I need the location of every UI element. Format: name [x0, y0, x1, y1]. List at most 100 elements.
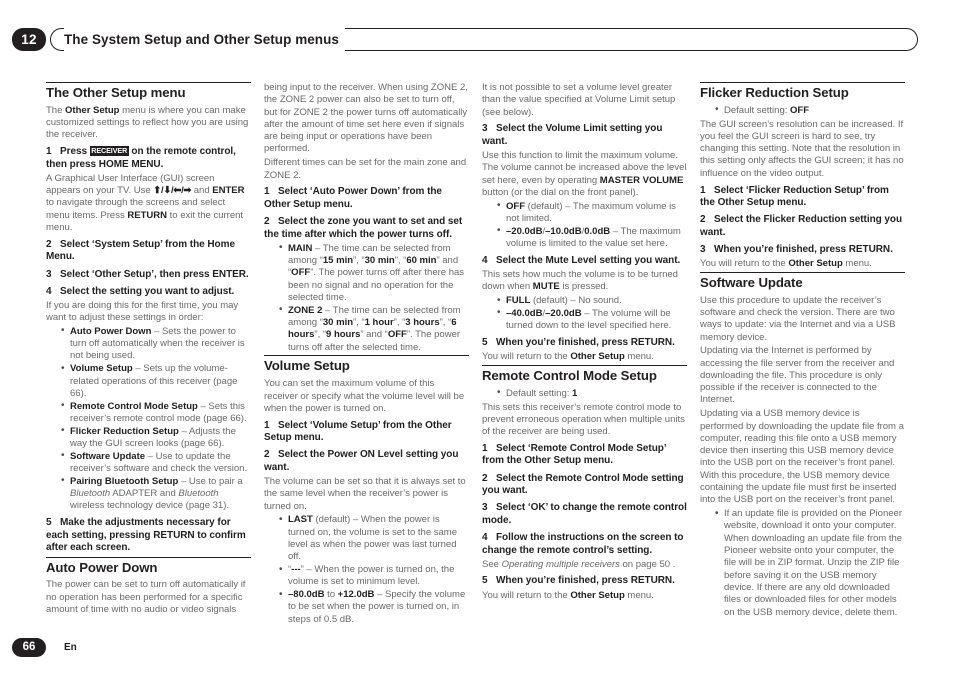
numbered-step: 5 When you’re finished, press RETURN. [482, 337, 687, 350]
numbered-step: 5 When you’re finished, press RETURN. [482, 575, 687, 588]
step-number: 3 [482, 502, 488, 514]
section-heading: The Other Setup menu [46, 85, 186, 100]
numbered-step: 3 Select the Volume Limit setting you wan… [482, 123, 687, 148]
list-item: ZONE 2 – The time can be selected from a… [279, 304, 469, 354]
bullet-list: Default setting: 1 [482, 387, 687, 400]
body-paragraph: The volume can be set so that it is alwa… [264, 475, 466, 512]
section-heading: Volume Setup [264, 358, 350, 374]
section-divider [700, 271, 905, 273]
step-number: 3 [700, 243, 706, 255]
step-number: 5 [482, 337, 488, 349]
step-text: Select the Remote Control Mode setting y… [482, 472, 684, 497]
step-text: Select ‘OK’ to change the remote control… [482, 502, 687, 526]
step-text: Select ‘Flicker Reduction Setup’ from th… [700, 184, 889, 209]
numbered-step: 1 Select ‘Auto Power Down’ from the Other… [264, 186, 469, 211]
bullet-list: If an update file is provided on the Pio… [700, 508, 905, 619]
chapter-number-badge: 12 [12, 28, 46, 51]
page-header: 12 The System Setup and Other Setup menu… [12, 28, 918, 52]
column-3: It is not possible to set a volume level… [482, 82, 687, 630]
list-item: MAIN – The time can be selected from amo… [279, 242, 469, 304]
list-item: OFF (default) – The maximum volume is no… [497, 200, 687, 226]
step-text: Select the Mute Level setting you want. [496, 254, 681, 266]
step-text: Follow the instructions on the screen to… [482, 531, 684, 556]
numbered-step: 5 Make the adjustments necessary for each… [46, 517, 251, 555]
section-heading: Remote Control Mode Setup [482, 367, 657, 383]
step-text: Select the Flicker Reduction setting you… [700, 214, 903, 238]
section-divider [264, 355, 469, 357]
body-paragraph: The Other Setup menu is where you can ma… [46, 104, 249, 141]
step-text: When you’re finished, press RETURN. [714, 243, 893, 255]
step-text: Make the adjustments necessary for each … [46, 517, 246, 554]
numbered-step: 1 Select ‘Remote Control Mode Setup’ from… [482, 443, 687, 468]
step-text: Select the setting you want to adjust. [60, 285, 235, 297]
page-number-badge: 66 [12, 638, 46, 657]
body-paragraph: It is not possible to set a volume level… [482, 82, 676, 118]
step-text: Select ‘Auto Power Down’ from the Other … [264, 186, 442, 210]
bullet-list: MAIN – The time can be selected from amo… [264, 242, 469, 354]
body-paragraph: This sets this receiver’s remote control… [482, 401, 685, 438]
section-divider [46, 556, 251, 558]
section-divider [46, 82, 251, 83]
list-item: Default setting: OFF [715, 104, 905, 117]
body-paragraph: Use this function to limit the maximum v… [482, 150, 687, 198]
step-number: 4 [46, 285, 52, 297]
list-item: LAST (default) – When the power is turne… [279, 514, 469, 563]
numbered-step: 3 When you’re finished, press RETURN. [700, 244, 905, 257]
bullet-list: Default setting: OFF [700, 104, 905, 117]
body-paragraph: Use this procedure to update the receive… [700, 294, 896, 343]
step-number: 3 [482, 123, 488, 135]
step-text: Select the zone you want to set and set … [264, 216, 463, 240]
list-item: “---” – When the power is turned on, the… [279, 564, 469, 589]
step-number: 5 [482, 575, 488, 587]
bullet-list: LAST (default) – When the power is turne… [264, 514, 469, 626]
language-code: En [64, 642, 77, 653]
list-item: FULL (default) – No sound. [497, 295, 687, 308]
body-paragraph: If you are doing this for the first time… [46, 299, 239, 324]
column-2: being input to the receiver. When using … [264, 82, 469, 630]
step-text: When you’re finished, press RETURN. [496, 337, 675, 349]
numbered-step: 2 Select the Power ON Level setting you w… [264, 449, 469, 474]
numbered-step: 1 Select ‘Volume Setup’ from the Other Se… [264, 420, 469, 445]
numbered-step: 2 Select the zone you want to set and set… [264, 216, 469, 241]
body-paragraph: You will return to the Other Setup menu. [700, 258, 872, 270]
list-item: Pairing Bluetooth Setup – Use to pair a … [61, 475, 251, 513]
step-number: 2 [482, 472, 488, 484]
list-item: If an update file is provided on the Pio… [715, 508, 905, 619]
list-item: Volume Setup – Sets up the volume-relate… [61, 363, 251, 400]
step-number: 2 [264, 449, 270, 461]
column-1: The Other Setup menu The Other Setup menu… [46, 82, 251, 630]
step-number: 3 [46, 268, 52, 280]
numbered-step: 4 Select the Mute Level setting you want. [482, 255, 687, 268]
numbered-step: 4 Select the setting you want to adjust. [46, 286, 251, 299]
page-footer: 66 En [12, 638, 918, 658]
list-item: Auto Power Down – Sets the power to turn… [61, 325, 251, 363]
section-heading: Flicker Reduction Setup [700, 85, 849, 100]
step-number: 5 [46, 517, 52, 529]
list-item: –80.0dB to +12.0dB – Specify the volume … [279, 589, 469, 626]
step-text: Select ‘Remote Control Mode Setup’ from … [482, 442, 666, 467]
step-number: 2 [46, 238, 52, 250]
step-text: Select ‘System Setup’ from the Home Menu… [46, 238, 235, 263]
numbered-step: 3 Select ‘Other Setup’, then press ENTER. [46, 269, 251, 282]
body-paragraph: You can set the maximum volume of this r… [264, 378, 465, 414]
body-paragraph: Updating via the Internet is performed b… [700, 345, 895, 406]
body-paragraph: A Graphical User Interface (GUI) screen … [46, 172, 245, 234]
section-divider [482, 364, 687, 366]
step-text: When you’re finished, press RETURN. [496, 575, 675, 587]
body-paragraph: The GUI screen’s resolution can be incre… [700, 118, 904, 179]
body-paragraph: This sets how much the volume is to be t… [482, 269, 678, 293]
body-paragraph: Different times can be set for the main … [264, 157, 467, 181]
body-paragraph: See Operating multiple receivers on page… [482, 558, 676, 570]
numbered-step: 2 Select the Flicker Reduction setting yo… [700, 214, 905, 239]
numbered-step: 4 Follow the instructions on the screen t… [482, 532, 687, 557]
body-paragraph: You will return to the Other Setup menu. [482, 351, 654, 363]
column-4: Flicker Reduction Setup Default setting: … [700, 82, 905, 630]
section-heading: Auto Power Down [46, 559, 158, 575]
page-title: The System Setup and Other Setup menus [64, 28, 345, 51]
section-divider [700, 82, 905, 83]
bullet-list: Auto Power Down – Sets the power to turn… [46, 325, 251, 513]
bullet-list: FULL (default) – No sound.–40.0dB/–20.0d… [482, 295, 687, 332]
list-item: –20.0dB/–10.0dB/0.0dB – The maximum volu… [497, 225, 687, 251]
bullet-list: OFF (default) – The maximum volume is no… [482, 200, 687, 251]
step-text: Select the Volume Limit setting you want… [482, 123, 663, 147]
